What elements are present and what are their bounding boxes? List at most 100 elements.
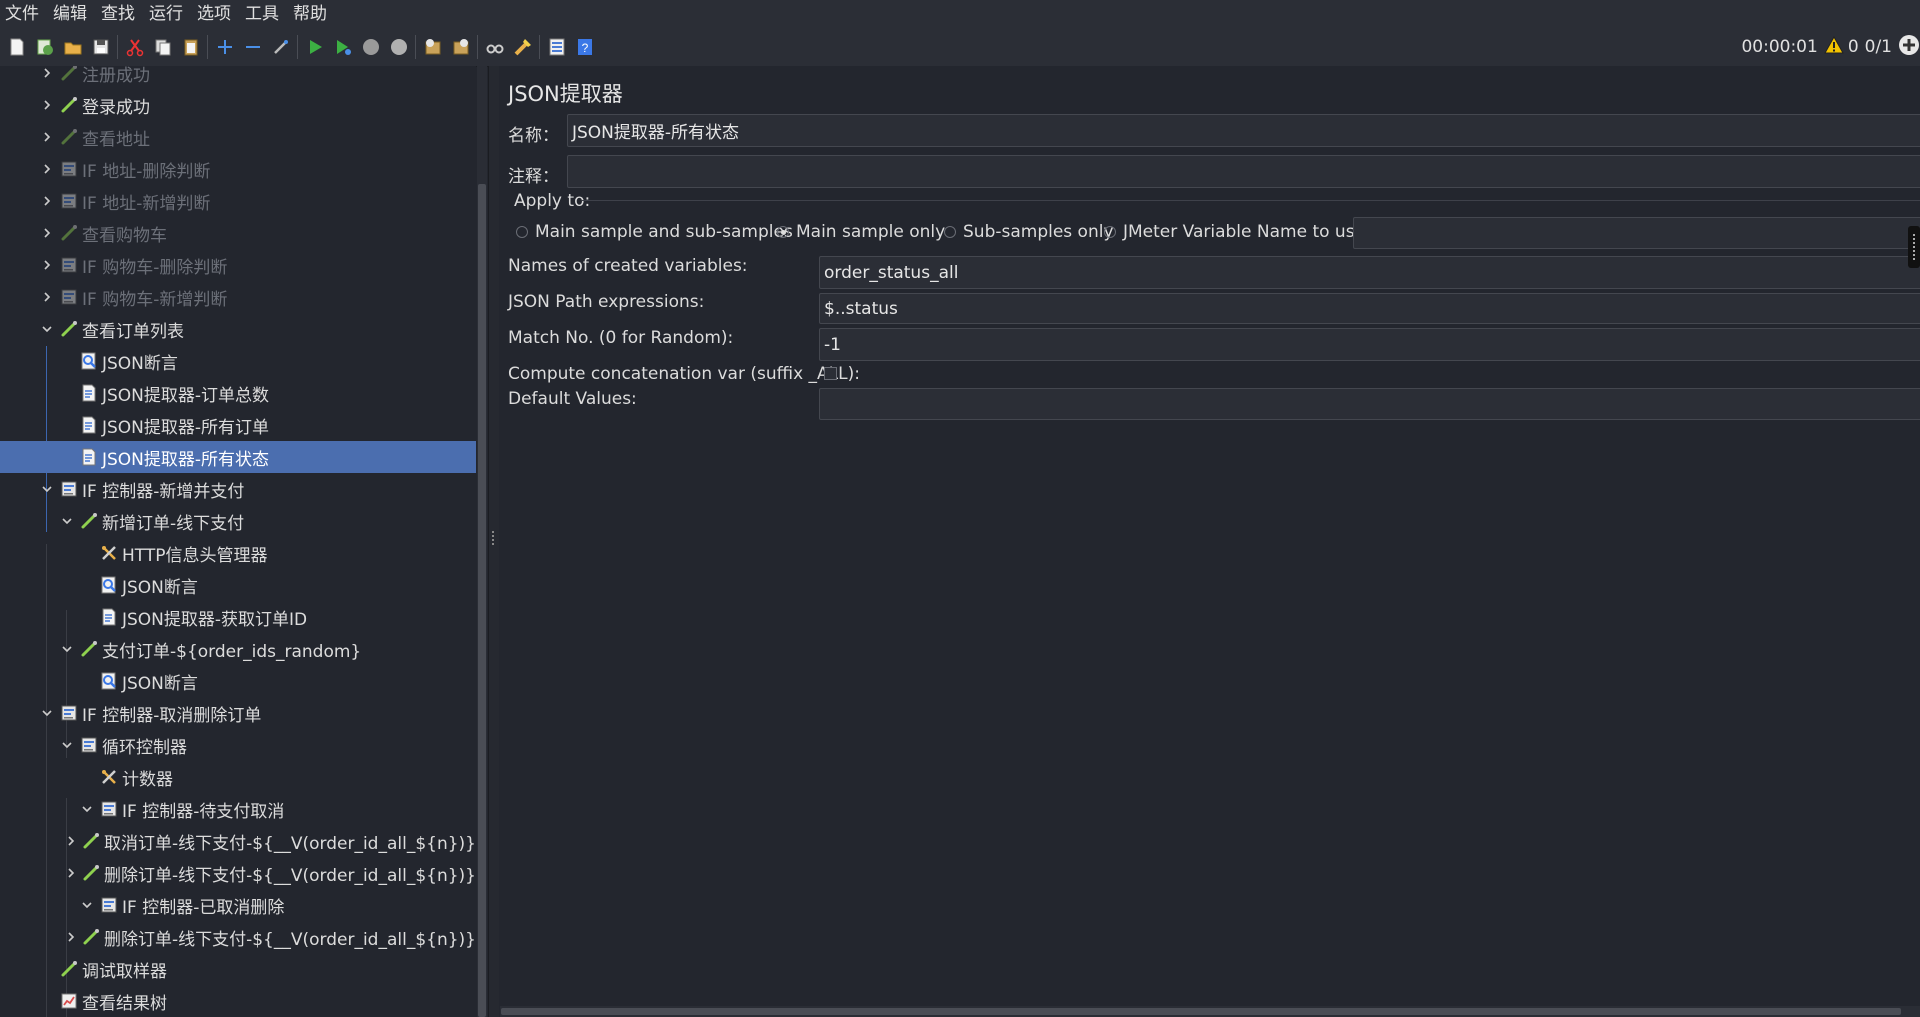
toggle-icon[interactable]	[270, 36, 292, 58]
menu-item[interactable]: 帮助	[288, 0, 332, 28]
apply-to-radio[interactable]: Main sample only	[777, 222, 945, 242]
chevron-right-icon[interactable]	[40, 66, 54, 80]
tree-item[interactable]: IF 地址-新增判断	[0, 185, 476, 217]
concat-checkbox[interactable]	[824, 367, 837, 380]
radio-selected-icon[interactable]	[777, 226, 789, 238]
tree-item[interactable]: 查看订单列表	[0, 313, 476, 345]
chevron-down-icon[interactable]	[80, 802, 94, 816]
chevron-right-icon[interactable]	[66, 866, 76, 880]
chevron-down-icon[interactable]	[40, 322, 54, 336]
chevron-right-icon[interactable]	[40, 290, 54, 304]
tree-item[interactable]: 删除订单-线下支付-${__V(order_id_all_${n})}	[0, 921, 476, 953]
chevron-right-icon[interactable]	[40, 226, 54, 240]
copy-icon[interactable]	[152, 36, 174, 58]
panel-resize-handle[interactable]	[1908, 226, 1920, 268]
split-grip[interactable]	[492, 531, 497, 545]
new-icon[interactable]	[6, 36, 28, 58]
path-field[interactable]: $..status	[819, 293, 1920, 324]
tree-scrollbar-thumb[interactable]	[478, 184, 486, 1017]
start-no-pause-icon[interactable]	[332, 36, 354, 58]
chevron-down-icon[interactable]	[60, 642, 74, 656]
tree-item[interactable]: 查看购物车	[0, 217, 476, 249]
apply-to-radio[interactable]: JMeter Variable Name to use	[1104, 222, 1365, 242]
open-icon[interactable]	[62, 36, 84, 58]
tree-item[interactable]: IF 控制器-取消删除订单	[0, 697, 476, 729]
tree-item[interactable]: IF 控制器-待支付取消	[0, 793, 476, 825]
tree-item[interactable]: 调试取样器	[0, 953, 476, 985]
chevron-right-icon[interactable]	[40, 258, 54, 272]
cut-icon[interactable]	[124, 36, 146, 58]
tree-item[interactable]: IF 购物车-删除判断	[0, 249, 476, 281]
chevron-down-icon[interactable]	[60, 738, 74, 752]
expand-icon[interactable]	[214, 36, 236, 58]
remote-status-icon[interactable]	[1898, 34, 1920, 61]
tree-item[interactable]: 注册成功	[0, 66, 476, 89]
tree-scrollbar[interactable]	[477, 66, 487, 1017]
clear-all-icon[interactable]	[450, 36, 472, 58]
chevron-down-icon[interactable]	[60, 514, 74, 528]
tree-item[interactable]: 计数器	[0, 761, 476, 793]
reset-search-icon[interactable]	[512, 36, 534, 58]
tree-item[interactable]: JSON提取器-所有订单	[0, 409, 476, 441]
tree-item[interactable]: 查看结果树	[0, 985, 476, 1017]
paste-icon[interactable]	[180, 36, 202, 58]
chevron-down-icon[interactable]	[40, 706, 54, 720]
tree-item[interactable]: IF 控制器-已取消删除	[0, 889, 476, 921]
tree-item[interactable]: JSON断言	[0, 569, 476, 601]
chevron-right-icon[interactable]	[40, 194, 54, 208]
tree-item[interactable]: JSON断言	[0, 665, 476, 697]
chevron-right-icon[interactable]	[40, 98, 54, 112]
tree-item[interactable]: JSON提取器-订单总数	[0, 377, 476, 409]
chevron-down-icon[interactable]	[40, 482, 54, 496]
tree-item[interactable]: IF 控制器-新增并支付	[0, 473, 476, 505]
menu-item[interactable]: 运行	[144, 0, 188, 28]
tree-item[interactable]: IF 地址-删除判断	[0, 153, 476, 185]
tree-item[interactable]: 登录成功	[0, 89, 476, 121]
tree-item[interactable]: HTTP信息头管理器	[0, 537, 476, 569]
match-field[interactable]: -1	[819, 328, 1920, 361]
name-field[interactable]: JSON提取器-所有状态	[567, 114, 1920, 147]
tree-item[interactable]: 取消订单-线下支付-${__V(order_id_all_${n})}	[0, 825, 476, 857]
templates-icon[interactable]	[34, 36, 56, 58]
tree-item[interactable]: JSON断言	[0, 345, 476, 377]
jmeter-variable-name-field[interactable]	[1353, 217, 1920, 249]
function-helper-icon[interactable]	[546, 36, 568, 58]
tree-item[interactable]: 循环控制器	[0, 729, 476, 761]
help-icon[interactable]: ?	[574, 36, 596, 58]
radio-unselected-icon[interactable]	[516, 226, 528, 238]
menu-item[interactable]: 选项	[192, 0, 236, 28]
radio-unselected-icon[interactable]	[1104, 226, 1116, 238]
apply-to-radio[interactable]: Sub-samples only	[944, 222, 1114, 242]
shutdown-icon[interactable]	[388, 36, 410, 58]
radio-unselected-icon[interactable]	[944, 226, 956, 238]
tree-item[interactable]: JSON提取器-所有状态	[0, 441, 476, 473]
menu-item[interactable]: 查找	[96, 0, 140, 28]
chevron-right-icon[interactable]	[66, 834, 76, 848]
tree-item[interactable]: 新增订单-线下支付	[0, 505, 476, 537]
tree-item[interactable]: JSON提取器-获取订单ID	[0, 601, 476, 633]
tree-item[interactable]: 删除订单-线下支付-${__V(order_id_all_${n})}	[0, 857, 476, 889]
apply-to-radio[interactable]: Main sample and sub-samples	[516, 222, 793, 242]
comment-field[interactable]	[567, 155, 1920, 188]
stop-icon[interactable]	[360, 36, 382, 58]
chevron-right-icon[interactable]	[66, 930, 76, 944]
tree-item[interactable]: 支付订单-${order_ids_random}	[0, 633, 476, 665]
warning-icon[interactable]	[1823, 35, 1844, 60]
menu-item[interactable]: 文件	[0, 0, 44, 28]
tree-item[interactable]: IF 购物车-新增判断	[0, 281, 476, 313]
default-field[interactable]	[819, 388, 1920, 420]
chevron-down-icon[interactable]	[80, 898, 94, 912]
panel-horizontal-scrollbar[interactable]	[500, 1006, 1920, 1017]
panel-horizontal-scrollbar-thumb[interactable]	[501, 1008, 1901, 1015]
menu-item[interactable]: 工具	[240, 0, 284, 28]
save-icon[interactable]	[90, 36, 112, 58]
tree-item[interactable]: 查看地址	[0, 121, 476, 153]
start-icon[interactable]	[304, 36, 326, 58]
collapse-icon[interactable]	[242, 36, 264, 58]
chevron-right-icon[interactable]	[40, 162, 54, 176]
search-icon[interactable]	[484, 36, 506, 58]
clear-icon[interactable]	[422, 36, 444, 58]
chevron-right-icon[interactable]	[40, 130, 54, 144]
menu-item[interactable]: 编辑	[48, 0, 92, 28]
vars-field[interactable]: order_status_all	[819, 256, 1920, 289]
